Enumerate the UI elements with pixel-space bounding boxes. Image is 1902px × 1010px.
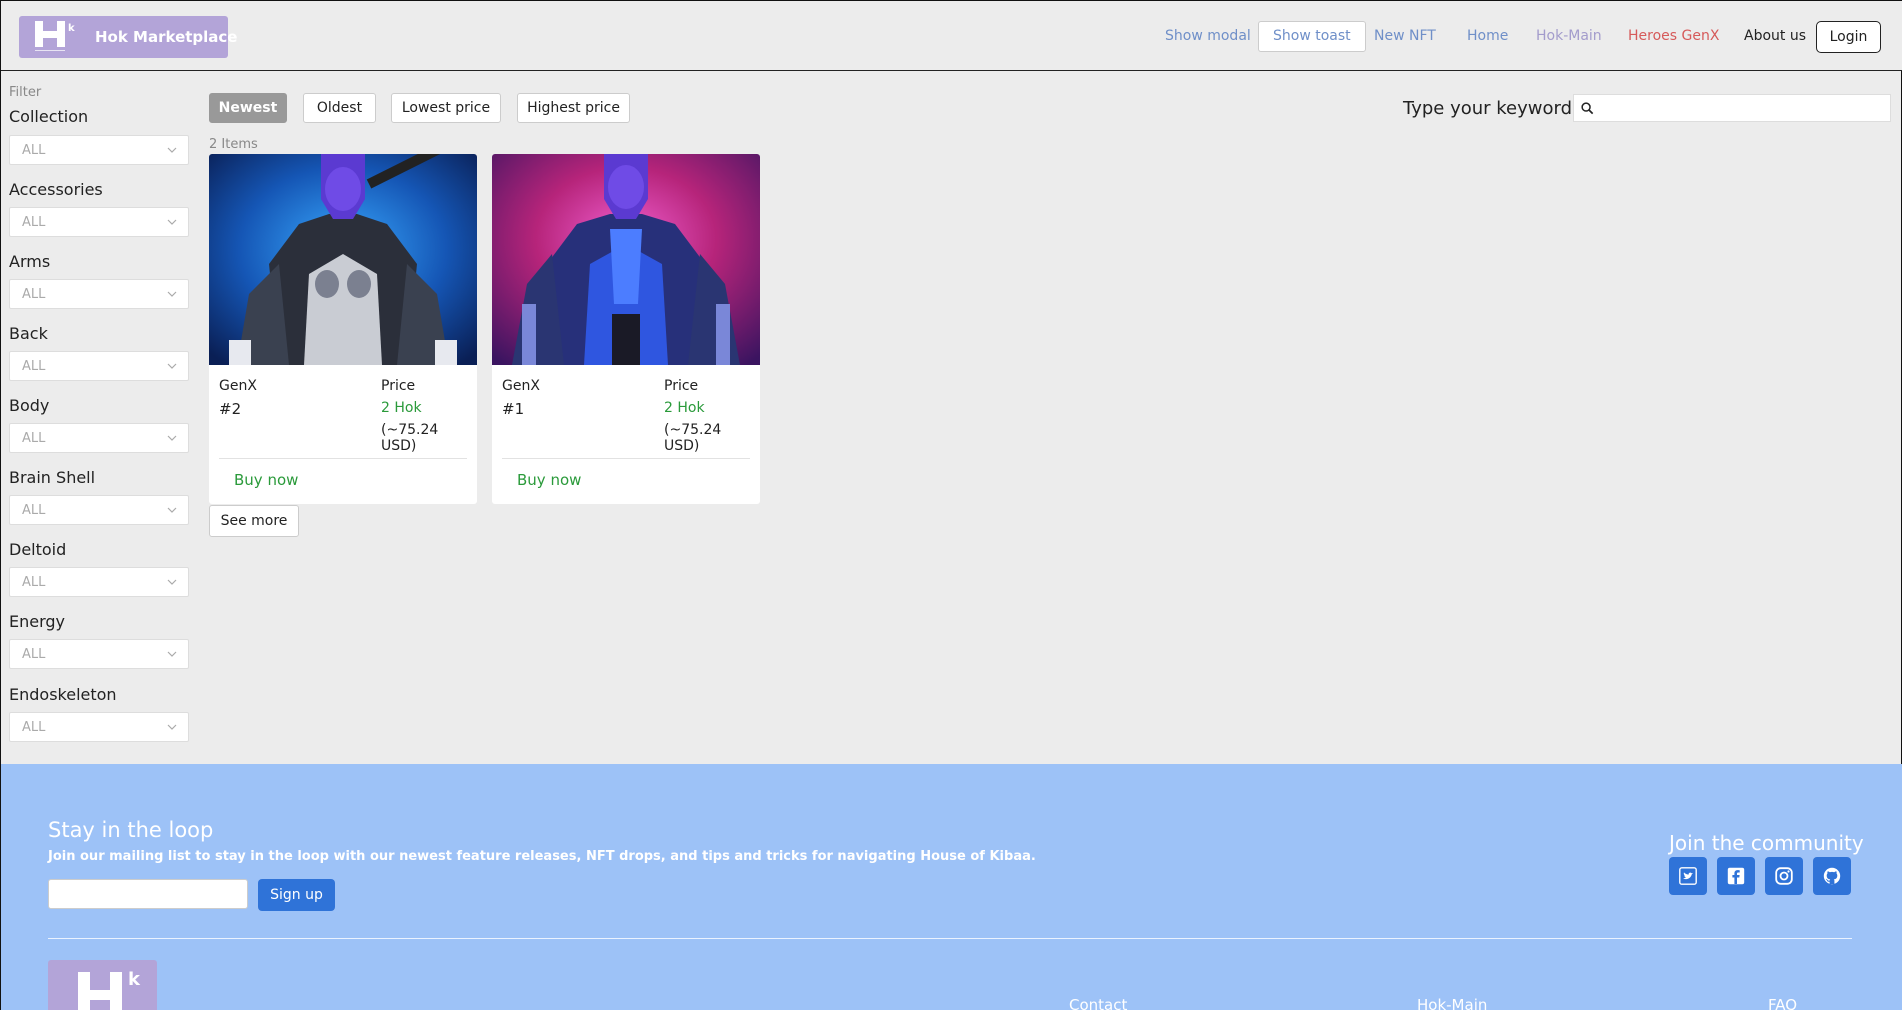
buy-now-button[interactable]: Buy now — [234, 471, 298, 489]
filter-label-endoskeleton: Endoskeleton — [9, 685, 117, 704]
filter-select-value: ALL — [22, 359, 46, 374]
nft-price-usd: (~75.24 USD) — [381, 422, 439, 454]
filter-select-brain-shell[interactable]: ALL — [9, 495, 189, 525]
footer-divider — [48, 938, 1852, 939]
search-icon — [1581, 102, 1594, 115]
filter-select-value: ALL — [22, 720, 46, 735]
sort-highest-price-button[interactable]: Highest price — [517, 93, 630, 123]
price-label: Price — [381, 378, 416, 394]
nft-collection-name: GenX — [502, 378, 540, 394]
filter-label-body: Body — [9, 396, 50, 415]
hok-logo-icon: k — [78, 969, 141, 1010]
filter-select-value: ALL — [22, 287, 46, 302]
price-label: Price — [664, 378, 699, 394]
filter-label-deltoid: Deltoid — [9, 540, 67, 559]
twitter-link[interactable] — [1669, 857, 1707, 895]
chevron-down-icon — [167, 579, 177, 585]
svg-text:k: k — [128, 969, 141, 990]
nft-id: #2 — [219, 400, 242, 418]
nav-home[interactable]: Home — [1467, 28, 1508, 44]
github-link[interactable] — [1813, 857, 1851, 895]
footer-logo[interactable]: k — [48, 960, 157, 1010]
nav-hok-main[interactable]: Hok-Main — [1536, 28, 1602, 44]
nft-image — [492, 154, 760, 365]
filter-label-accessories: Accessories — [9, 180, 103, 199]
nav-new-nft[interactable]: New NFT — [1374, 28, 1436, 44]
newsletter-email-input[interactable] — [48, 879, 248, 909]
filter-label-back: Back — [9, 324, 48, 343]
nft-price: 2 Hok — [664, 400, 705, 416]
newsletter-description: Join our mailing list to stay in the loo… — [48, 849, 1036, 864]
filter-select-value: ALL — [22, 431, 46, 446]
nav-heroes-genx[interactable]: Heroes GenX — [1628, 28, 1719, 44]
card-divider — [219, 458, 467, 459]
newsletter-title: Stay in the loop — [48, 818, 214, 842]
nft-price-usd: (~75.24 USD) — [664, 422, 722, 454]
nft-image — [209, 154, 477, 365]
facebook-link[interactable] — [1717, 857, 1755, 895]
search-input[interactable] — [1573, 94, 1891, 122]
footer-link-hok-main[interactable]: Hok-Main — [1417, 996, 1487, 1010]
filter-select-energy[interactable]: ALL — [9, 639, 189, 669]
sort-oldest-button[interactable]: Oldest — [303, 93, 376, 123]
chevron-down-icon — [167, 507, 177, 513]
filter-select-endoskeleton[interactable]: ALL — [9, 712, 189, 742]
filter-select-collection[interactable]: ALL — [9, 135, 189, 165]
facebook-icon — [1727, 867, 1745, 885]
filter-label-brain-shell: Brain Shell — [9, 468, 96, 487]
signup-button[interactable]: Sign up — [258, 879, 335, 911]
filter-select-value: ALL — [22, 215, 46, 230]
sort-newest-button[interactable]: Newest — [209, 93, 287, 123]
footer: Stay in the loop Join our mailing list t… — [1, 764, 1902, 1010]
filter-select-value: ALL — [22, 647, 46, 662]
filter-label-energy: Energy — [9, 612, 66, 631]
nav-show-modal[interactable]: Show modal — [1165, 28, 1251, 44]
filter-select-body[interactable]: ALL — [9, 423, 189, 453]
filter-select-back[interactable]: ALL — [9, 351, 189, 381]
login-button[interactable]: Login — [1816, 21, 1881, 53]
nft-collection-name: GenX — [219, 378, 257, 394]
filter-select-arms[interactable]: ALL — [9, 279, 189, 309]
instagram-link[interactable] — [1765, 857, 1803, 895]
filter-select-value: ALL — [22, 575, 46, 590]
card-divider — [502, 458, 750, 459]
svg-text:k: k — [68, 23, 75, 34]
filter-select-value: ALL — [22, 143, 46, 158]
sort-lowest-price-button[interactable]: Lowest price — [391, 93, 501, 123]
nav-show-toast-button[interactable]: Show toast — [1258, 21, 1366, 52]
nft-card[interactable]: GenX #2 Price 2 Hok (~75.24 USD) Buy now — [209, 154, 477, 504]
filter-label-arms: Arms — [9, 252, 51, 271]
filter-label-collection: Collection — [9, 107, 89, 126]
filter-select-accessories[interactable]: ALL — [9, 207, 189, 237]
chevron-down-icon — [167, 724, 177, 730]
instagram-icon — [1775, 867, 1793, 885]
filter-heading: Filter — [9, 85, 42, 100]
hok-logo-icon: k — [35, 21, 75, 51]
filter-select-value: ALL — [22, 503, 46, 518]
chevron-down-icon — [167, 363, 177, 369]
filter-select-deltoid[interactable]: ALL — [9, 567, 189, 597]
top-navbar: k Hok Marketplace Show modal Show toast … — [1, 1, 1902, 71]
nav-about-us[interactable]: About us — [1744, 28, 1806, 44]
footer-link-faq[interactable]: FAQ — [1768, 996, 1797, 1010]
nft-id: #1 — [502, 400, 525, 418]
footer-link-contact[interactable]: Contact — [1069, 996, 1127, 1010]
chevron-down-icon — [167, 219, 177, 225]
chevron-down-icon — [167, 291, 177, 297]
search-label: Type your keyword — [1403, 98, 1573, 119]
chevron-down-icon — [167, 651, 177, 657]
see-more-button[interactable]: See more — [209, 505, 299, 537]
buy-now-button[interactable]: Buy now — [517, 471, 581, 489]
brand-name: Hok Marketplace — [95, 28, 238, 46]
nft-price: 2 Hok — [381, 400, 422, 416]
twitter-icon — [1679, 867, 1697, 885]
items-count: 2 Items — [209, 137, 258, 152]
brand-link[interactable]: k Hok Marketplace — [19, 16, 238, 58]
github-icon — [1823, 867, 1841, 885]
community-title: Join the community — [1669, 831, 1864, 855]
chevron-down-icon — [167, 435, 177, 441]
nft-card[interactable]: GenX #1 Price 2 Hok (~75.24 USD) Buy now — [492, 154, 760, 504]
chevron-down-icon — [167, 147, 177, 153]
